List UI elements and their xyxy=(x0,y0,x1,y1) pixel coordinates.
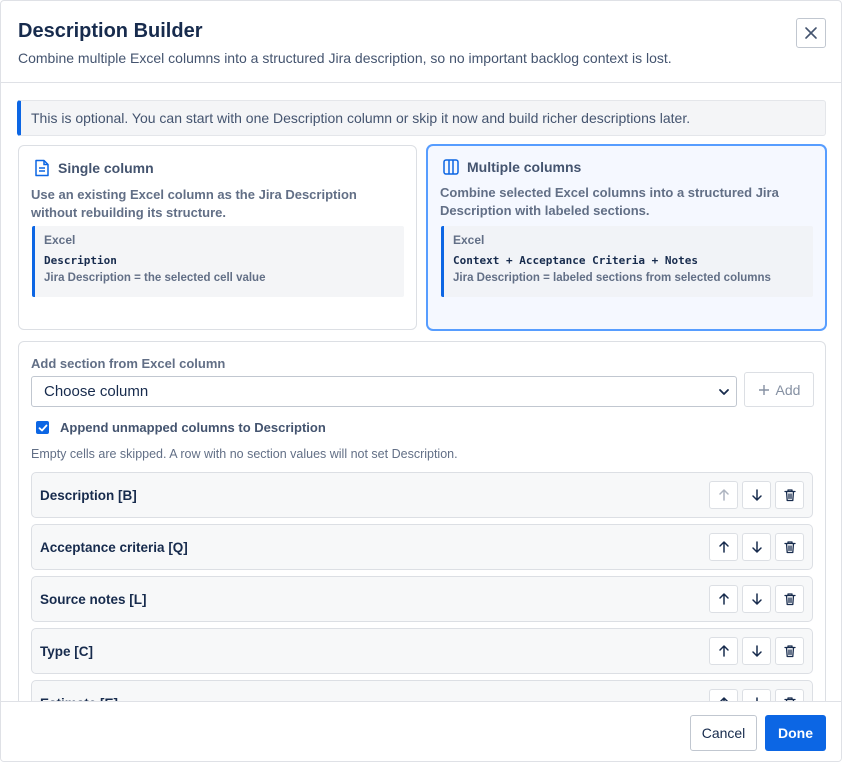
dialog-title: Description Builder xyxy=(18,20,203,42)
move-up-button[interactable] xyxy=(709,689,738,701)
delete-section-button[interactable] xyxy=(775,533,804,561)
section-row: Acceptance criteria [Q] xyxy=(31,524,813,570)
arrow-up-icon xyxy=(718,593,729,605)
trash-icon xyxy=(783,593,796,606)
section-row-label: Description [B] xyxy=(40,488,137,503)
sample-label: Excel xyxy=(453,233,485,247)
dialog-header: Description Builder Combine multiple Exc… xyxy=(1,1,841,83)
checkmark-icon xyxy=(38,424,47,431)
move-down-button[interactable] xyxy=(742,689,771,701)
add-section-label: Add section from Excel column xyxy=(31,356,226,371)
delete-section-button[interactable] xyxy=(775,481,804,509)
mode-card-description: Use an existing Excel column as the Jira… xyxy=(31,187,357,220)
column-select[interactable]: Choose column xyxy=(31,376,737,407)
delete-section-button[interactable] xyxy=(775,637,804,665)
move-down-button[interactable] xyxy=(742,637,771,665)
close-button[interactable] xyxy=(796,18,826,48)
sample-result: Jira Description = labeled sections from… xyxy=(453,272,771,284)
section-row: Type [C] xyxy=(31,628,813,674)
mode-card-multiple-columns[interactable]: Multiple columns Combine selected Excel … xyxy=(427,145,826,330)
section-builder-panel: Add section from Excel column Choose col… xyxy=(18,341,826,701)
description-builder-dialog: Description Builder Combine multiple Exc… xyxy=(0,0,842,762)
info-text: This is optional. You can start with one… xyxy=(31,110,691,126)
trash-icon xyxy=(783,645,796,658)
section-row-label: Source notes [L] xyxy=(40,592,147,607)
move-down-button[interactable] xyxy=(742,481,771,509)
chevron-down-icon xyxy=(719,389,729,395)
move-up-button[interactable] xyxy=(709,637,738,665)
done-button[interactable]: Done xyxy=(765,715,826,751)
document-icon xyxy=(35,159,49,177)
append-unmapped-checkbox[interactable] xyxy=(36,421,49,434)
arrow-up-icon xyxy=(718,541,729,553)
sample-label: Excel xyxy=(44,233,76,247)
delete-section-button[interactable] xyxy=(775,689,804,701)
mode-card-sample: Excel Context + Acceptance Criteria + No… xyxy=(441,226,813,297)
column-select-value: Choose column xyxy=(44,383,149,400)
section-list: Description [B] Acceptance criteria [Q] So… xyxy=(31,472,813,701)
dialog-footer: Cancel Done xyxy=(1,701,841,761)
section-row-actions xyxy=(709,689,804,701)
append-unmapped-row: Append unmapped columns to Description xyxy=(36,420,326,435)
move-down-button[interactable] xyxy=(742,533,771,561)
arrow-down-icon xyxy=(751,489,762,501)
add-section-button-label: Add xyxy=(775,381,801,398)
empty-cells-hint: Empty cells are skipped. A row with no s… xyxy=(31,447,458,461)
section-row: Source notes [L] xyxy=(31,576,813,622)
trash-icon xyxy=(783,489,796,502)
trash-icon xyxy=(783,541,796,554)
move-up-button[interactable] xyxy=(709,481,738,509)
section-row-label: Type [C] xyxy=(40,644,93,659)
sample-code: Context + Acceptance Criteria + Notes xyxy=(453,254,699,267)
close-icon xyxy=(805,27,817,39)
section-row-actions xyxy=(709,585,804,613)
mode-card-sample: Excel Description Jira Description = the… xyxy=(32,226,404,297)
dialog-subtitle: Combine multiple Excel columns into a st… xyxy=(18,50,672,66)
cancel-button[interactable]: Cancel xyxy=(690,715,757,751)
move-up-button[interactable] xyxy=(709,585,738,613)
mode-card-header: Single column xyxy=(34,159,404,177)
mode-card-single-column[interactable]: Single column Use an existing Excel colu… xyxy=(18,145,417,330)
mode-card-header: Multiple columns xyxy=(443,159,813,175)
section-row-actions xyxy=(709,637,804,665)
mode-card-title: Multiple columns xyxy=(467,159,582,175)
move-up-button[interactable] xyxy=(709,533,738,561)
section-row-actions xyxy=(709,481,804,509)
plus-icon xyxy=(758,384,769,395)
arrow-up-icon xyxy=(718,645,729,657)
dialog-body: This is optional. You can start with one… xyxy=(1,84,841,701)
section-row-label: Acceptance criteria [Q] xyxy=(40,540,188,555)
delete-section-button[interactable] xyxy=(775,585,804,613)
info-banner: This is optional. You can start with one… xyxy=(17,100,826,136)
arrow-down-icon xyxy=(751,645,762,657)
sample-code: Description xyxy=(44,254,117,267)
arrow-up-icon xyxy=(718,489,729,501)
arrow-down-icon xyxy=(751,593,762,605)
mode-card-description: Combine selected Excel columns into a st… xyxy=(440,185,779,218)
move-down-button[interactable] xyxy=(742,585,771,613)
arrow-down-icon xyxy=(751,541,762,553)
sample-result: Jira Description = the selected cell val… xyxy=(44,272,266,284)
mode-card-title: Single column xyxy=(58,160,154,176)
section-row-actions xyxy=(709,533,804,561)
section-row: Description [B] xyxy=(31,472,813,518)
section-row: Estimate [E] xyxy=(31,680,813,701)
append-unmapped-label: Append unmapped columns to Description xyxy=(60,420,326,435)
add-section-button[interactable]: Add xyxy=(744,372,814,407)
columns-icon xyxy=(443,159,459,175)
